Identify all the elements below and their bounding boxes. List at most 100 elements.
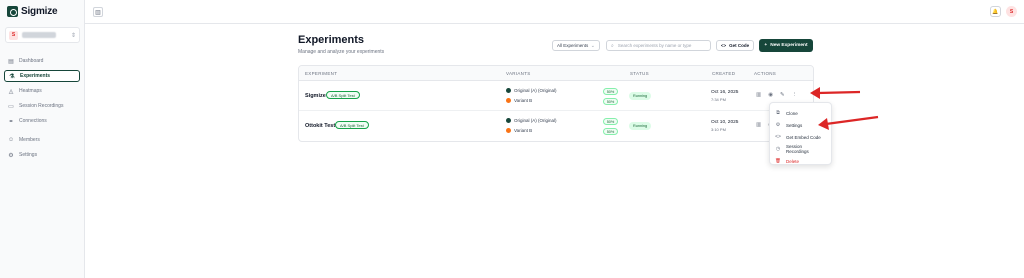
eye-icon[interactable]: ◉ — [768, 92, 773, 98]
workspace-avatar: S — [9, 30, 18, 40]
variant-item: Variant B — [506, 128, 532, 133]
sidebar-item-label: Experiments — [20, 73, 51, 79]
search-icon: ⌕ — [611, 42, 614, 49]
filter-value: All Experiments — [557, 43, 589, 48]
get-code-button[interactable]: <> Get Code — [716, 40, 754, 51]
search-box: ⌕ — [606, 40, 711, 51]
status-badge: Running — [629, 92, 652, 100]
row-actions: ▥ ◉ ✎ ⋮ — [756, 92, 797, 98]
sidebar-item-label: Members — [19, 137, 40, 143]
variant-item: Original (A) (Original) — [506, 118, 557, 123]
workspace-name-redacted — [22, 32, 56, 38]
sidebar-toggle-icon: ▥ — [95, 9, 101, 16]
variant-split-badge: 50% — [603, 118, 618, 125]
column-header-variants: VARIANTS — [506, 71, 531, 76]
new-experiment-button[interactable]: + New Experiment — [759, 39, 813, 52]
dashboard-icon: ▤ — [8, 58, 14, 65]
variant-label: Variant B — [514, 128, 533, 133]
column-header-experiment: EXPERIMENT — [305, 71, 338, 76]
new-experiment-label: New Experiment — [770, 43, 808, 48]
gear-icon: ⚙ — [8, 152, 14, 159]
experiment-name[interactable]: Sigmize — [305, 93, 326, 99]
sidebar-toggle-button[interactable]: ▥ — [93, 7, 103, 17]
get-code-label: Get Code — [729, 43, 750, 48]
more-vertical-icon[interactable]: ⋮ — [792, 92, 798, 98]
table-row[interactable]: Ottokit Test A/B Split Test Original (A)… — [299, 111, 813, 141]
menu-item-session-recordings[interactable]: ◷ Session Recordings — [770, 143, 831, 155]
menu-item-label: Get Embed Code — [786, 134, 821, 140]
code-icon: <> — [720, 43, 727, 48]
chevron-down-icon: ⌄ — [590, 42, 595, 49]
link-icon: ⚭ — [8, 118, 14, 125]
experiments-icon: ⚗ — [9, 73, 15, 80]
created-time: 3:10 PM — [711, 127, 726, 132]
topbar: ▥ 🔔 S — [85, 0, 1024, 24]
variant-color-dot — [506, 118, 511, 123]
sidebar-item-heatmaps[interactable]: ◬ Heatmaps — [4, 85, 80, 97]
variant-split-badge: 50% — [603, 88, 618, 95]
sidebar-item-label: Settings — [19, 152, 38, 158]
app-name: Sigmize — [21, 6, 58, 17]
menu-item-delete[interactable]: 🗑 Delete — [770, 155, 831, 167]
menu-item-label: Delete — [786, 158, 800, 164]
variant-color-dot — [506, 88, 511, 93]
experiment-filter-select[interactable]: All Experiments ⌄ — [552, 40, 600, 51]
experiment-type-badge: A/B Split Test — [326, 91, 360, 99]
variant-color-dot — [506, 128, 511, 133]
variant-label: Variant B — [514, 98, 533, 103]
page-title: Experiments — [298, 34, 365, 46]
table-header: EXPERIMENT VARIANTS STATUS CREATED ACTIO… — [299, 66, 813, 81]
gear-icon: ⚙ — [775, 122, 781, 128]
sidebar: Sigmize S ⇕ ▤ Dashboard ⚗ Experiments ◬ … — [0, 0, 85, 278]
created-time: 7:34 PM — [711, 97, 726, 102]
users-icon: ☺ — [7, 137, 15, 143]
chevron-updown-icon: ⇕ — [70, 32, 76, 39]
annotation-arrow-settings-item — [818, 115, 879, 130]
sidebar-item-session-recordings[interactable]: ▭ Session Recordings — [4, 100, 80, 112]
code-icon: <> — [775, 134, 781, 140]
sidebar-item-settings[interactable]: ⚙ Settings — [4, 149, 80, 161]
variant-item: Variant B — [506, 98, 532, 103]
variant-label: Original (A) (Original) — [514, 88, 557, 93]
page-subtitle: Manage and analyze your experiments — [298, 49, 385, 55]
sidebar-item-label: Session Recordings — [19, 103, 64, 109]
sidebar-item-connections[interactable]: ⚭ Connections — [4, 115, 80, 127]
created-date: Oct 10, 2025 — [711, 120, 739, 125]
sidebar-item-dashboard[interactable]: ▤ Dashboard — [4, 55, 80, 67]
workspace-switcher[interactable]: S ⇕ — [5, 27, 80, 43]
row-actions-menu: ⧉ Clone ⚙ Settings <> Get Embed Code ◷ S… — [769, 102, 832, 165]
sidebar-item-members[interactable]: ☺ Members — [4, 134, 80, 146]
sidebar-item-experiments[interactable]: ⚗ Experiments — [4, 70, 80, 82]
sidebar-item-label: Connections — [19, 118, 47, 124]
menu-item-label: Settings — [786, 122, 803, 128]
plus-icon: + — [764, 43, 768, 48]
menu-item-get-embed-code[interactable]: <> Get Embed Code — [770, 131, 831, 143]
experiment-type-badge: A/B Split Test — [335, 121, 369, 129]
notifications-button[interactable]: 🔔 — [990, 6, 1001, 17]
search-input[interactable] — [617, 43, 706, 48]
column-header-status: STATUS — [630, 71, 649, 76]
user-avatar[interactable]: S — [1006, 6, 1017, 17]
variant-label: Original (A) (Original) — [514, 118, 557, 123]
column-header-actions: ACTIONS — [754, 71, 777, 76]
sidebar-nav: ▤ Dashboard ⚗ Experiments ◬ Heatmaps ▭ S… — [4, 55, 80, 164]
variant-split-badge: 50% — [603, 98, 618, 105]
table-row[interactable]: Sigmize A/B Split Test Original (A) (Ori… — [299, 81, 813, 111]
stats-icon[interactable]: ▥ — [756, 92, 761, 98]
variant-split-badge: 50% — [603, 128, 618, 135]
sidebar-item-label: Dashboard — [19, 58, 44, 64]
video-icon: ▭ — [8, 103, 14, 110]
menu-item-label: Clone — [786, 110, 798, 116]
stats-icon[interactable]: ▥ — [756, 122, 761, 128]
variant-item: Original (A) (Original) — [506, 88, 557, 93]
copy-icon: ⧉ — [776, 110, 780, 116]
clock-icon: ◷ — [775, 146, 781, 152]
column-header-created: CREATED — [712, 71, 736, 76]
bell-icon: 🔔 — [992, 8, 999, 15]
experiments-table: EXPERIMENT VARIANTS STATUS CREATED ACTIO… — [298, 65, 814, 142]
edit-icon[interactable]: ✎ — [780, 92, 785, 98]
menu-item-label: Session Recordings — [786, 144, 809, 154]
experiment-name[interactable]: Ottokit Test — [305, 123, 335, 129]
variant-color-dot — [506, 98, 511, 103]
app-logo[interactable]: Sigmize — [7, 6, 58, 17]
